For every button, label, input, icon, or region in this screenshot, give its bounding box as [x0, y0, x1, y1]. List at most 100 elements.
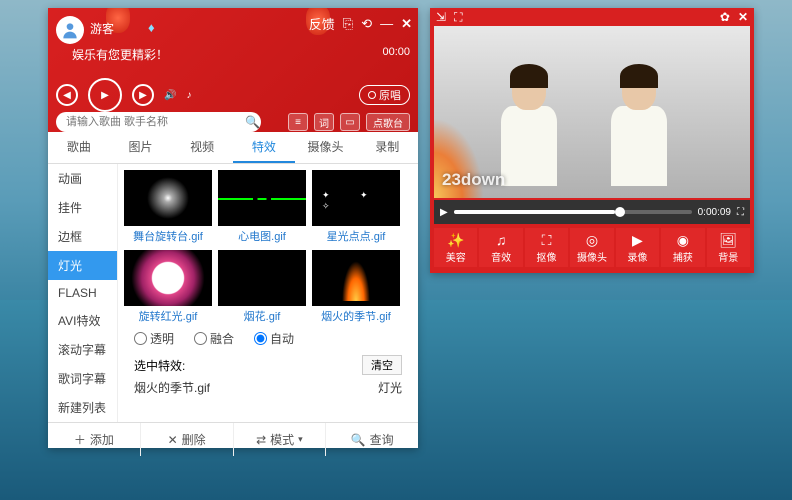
tv-icon[interactable]: ▭: [340, 113, 360, 131]
music-icon[interactable]: ♪: [186, 84, 191, 106]
watermark: 23down: [442, 170, 505, 190]
avatar[interactable]: [56, 16, 84, 44]
blend-radio[interactable]: 透明: [134, 330, 174, 347]
volume-icon[interactable]: 🔊: [164, 84, 176, 106]
progress-bar[interactable]: [454, 210, 692, 214]
sidebar-item[interactable]: AVI特效: [48, 306, 117, 335]
sidebar-item[interactable]: 新建列表: [48, 393, 117, 422]
list-icon[interactable]: ≡: [288, 113, 308, 131]
selected-item-name: 烟火的季节.gif: [134, 379, 210, 396]
effect-item[interactable]: 舞台旋转台.gif: [124, 170, 212, 244]
diamond-icon[interactable]: ♦: [148, 20, 155, 35]
effects-sidebar: 动画挂件边框灯光FLASHAVI特效滚动字幕歌词字幕新建列表: [48, 164, 118, 422]
search-row: 🔍 ≡ 词 ▭ 点歌台: [56, 112, 410, 132]
effect-name: 舞台旋转台.gif: [124, 228, 212, 244]
effect-name: 旋转红光.gif: [124, 308, 212, 324]
collapse-icon[interactable]: ⇲: [436, 10, 446, 24]
tab-0[interactable]: 歌曲: [48, 132, 110, 163]
video-progress: ▶ 0:00:09 ⛶: [434, 200, 750, 224]
content-area: 动画挂件边框灯光FLASHAVI特效滚动字幕歌词字幕新建列表 舞台旋转台.gif…: [48, 164, 418, 422]
video-panel: ⇲ ⛶ ✿ ✕ 23down ▶ 0:00:09 ⛶ ✨美容♫音效⛶抠像◎摄像头…: [430, 8, 754, 273]
search-input[interactable]: [56, 112, 261, 132]
selected-effect-row: 选中特效: 清空: [124, 353, 412, 377]
prev-button[interactable]: ◀: [56, 84, 78, 106]
selected-detail: 烟火的季节.gif 灯光: [124, 377, 412, 402]
blend-radio[interactable]: 融合: [194, 330, 234, 347]
ktv-button[interactable]: 点歌台: [366, 113, 410, 131]
effect-thumbnail: [124, 170, 212, 226]
feedback-link[interactable]: 反馈: [309, 14, 335, 33]
blend-radio[interactable]: 自动: [254, 330, 294, 347]
sidebar-item[interactable]: FLASH: [48, 280, 117, 306]
bottom-bar: ＋添加✕删除⇄模式▾🔍查询: [48, 422, 418, 456]
video-viewport[interactable]: 23down: [434, 26, 750, 198]
selected-label: 选中特效:: [134, 357, 185, 374]
player-controls: ◀ ▶ ▶ 🔊 ♪ 原唱: [56, 78, 410, 112]
effect-thumbnail: [312, 170, 400, 226]
minimize-icon[interactable]: —: [380, 16, 393, 31]
play-time: 00:00: [382, 46, 410, 58]
play-button[interactable]: ▶: [88, 78, 122, 112]
karaoke-panel: 游客 ♦ 反馈 ⎘ ⟲ — ✕ 娱乐有您更精彩！ 00:00 ◀ ▶ ▶ 🔊 ♪…: [48, 8, 418, 448]
effect-thumbnail: [218, 250, 306, 306]
blend-mode-radios: 透明 融合 自动: [124, 324, 412, 353]
bottom-action[interactable]: ⇄模式▾: [234, 423, 327, 456]
next-button[interactable]: ▶: [132, 84, 154, 106]
video-play-button[interactable]: ▶: [440, 207, 448, 218]
effect-item[interactable]: 心电图.gif: [218, 170, 306, 244]
original-vocal-toggle[interactable]: 原唱: [359, 85, 410, 105]
window-controls: 反馈 ⎘ ⟲ — ✕: [309, 14, 412, 33]
lyrics-button[interactable]: 词: [314, 113, 334, 131]
sidebar-item[interactable]: 歌词字幕: [48, 364, 117, 393]
sidebar-item[interactable]: 挂件: [48, 193, 117, 222]
sidebar-item[interactable]: 动画: [48, 164, 117, 193]
sidebar-item[interactable]: 灯光: [48, 251, 117, 280]
video-tool[interactable]: ◉捕获: [661, 228, 704, 267]
clear-button[interactable]: 清空: [362, 355, 402, 375]
effect-name: 星光点点.gif: [312, 228, 400, 244]
sidebar-item[interactable]: 滚动字幕: [48, 335, 117, 364]
bottom-action[interactable]: ✕删除: [141, 423, 234, 456]
effect-thumbnail: [218, 170, 306, 226]
tagline: 娱乐有您更精彩！: [72, 46, 168, 63]
video-tool[interactable]: 🖼背景: [707, 228, 750, 267]
effect-name: 烟火的季节.gif: [312, 308, 400, 324]
bottom-action[interactable]: ＋添加: [48, 423, 141, 456]
settings-icon[interactable]: ✿: [720, 10, 730, 24]
effect-thumbnail: [124, 250, 212, 306]
tab-4[interactable]: 摄像头: [295, 132, 357, 163]
search-icon[interactable]: 🔍: [245, 115, 260, 129]
tab-2[interactable]: 视频: [171, 132, 233, 163]
video-tool[interactable]: ⛶抠像: [525, 228, 568, 267]
effect-thumbnail: [312, 250, 400, 306]
effect-item[interactable]: 星光点点.gif: [312, 170, 400, 244]
video-content: [604, 68, 674, 198]
effects-area: 舞台旋转台.gif 心电图.gif 星光点点.gif 旋转红光.gif 烟花.gif 烟火…: [118, 164, 418, 422]
video-tool[interactable]: ♫音效: [479, 228, 522, 267]
effect-name: 心电图.gif: [218, 228, 306, 244]
tab-3[interactable]: 特效: [233, 132, 295, 163]
video-tool[interactable]: ✨美容: [434, 228, 477, 267]
effect-item[interactable]: 烟火的季节.gif: [312, 250, 400, 324]
sync-icon[interactable]: ⟲: [361, 16, 372, 32]
close-icon[interactable]: ✕: [401, 16, 412, 32]
sidebar-item[interactable]: 边框: [48, 222, 117, 251]
video-tool[interactable]: ◎摄像头: [570, 228, 613, 267]
close-icon[interactable]: ✕: [738, 10, 748, 24]
video-time: 0:00:09: [698, 207, 731, 218]
selected-category: 灯光: [378, 379, 402, 396]
effect-item[interactable]: 烟花.gif: [218, 250, 306, 324]
tabs: 歌曲图片视频特效摄像头录制: [48, 132, 418, 164]
expand-icon[interactable]: ⛶: [454, 10, 462, 25]
effect-name: 烟花.gif: [218, 308, 306, 324]
video-toolbar: ✨美容♫音效⛶抠像◎摄像头▶录像◉捕获🖼背景: [434, 228, 750, 267]
username: 游客: [90, 20, 114, 37]
tab-5[interactable]: 录制: [356, 132, 418, 163]
video-tool[interactable]: ▶录像: [616, 228, 659, 267]
effect-item[interactable]: 旋转红光.gif: [124, 250, 212, 324]
clip-icon[interactable]: ⎘: [343, 16, 353, 32]
tab-1[interactable]: 图片: [110, 132, 172, 163]
fullscreen-icon[interactable]: ⛶: [737, 207, 744, 218]
bottom-action[interactable]: 🔍查询: [326, 423, 418, 456]
video-window-controls: ⇲ ⛶ ✿ ✕: [430, 8, 754, 26]
